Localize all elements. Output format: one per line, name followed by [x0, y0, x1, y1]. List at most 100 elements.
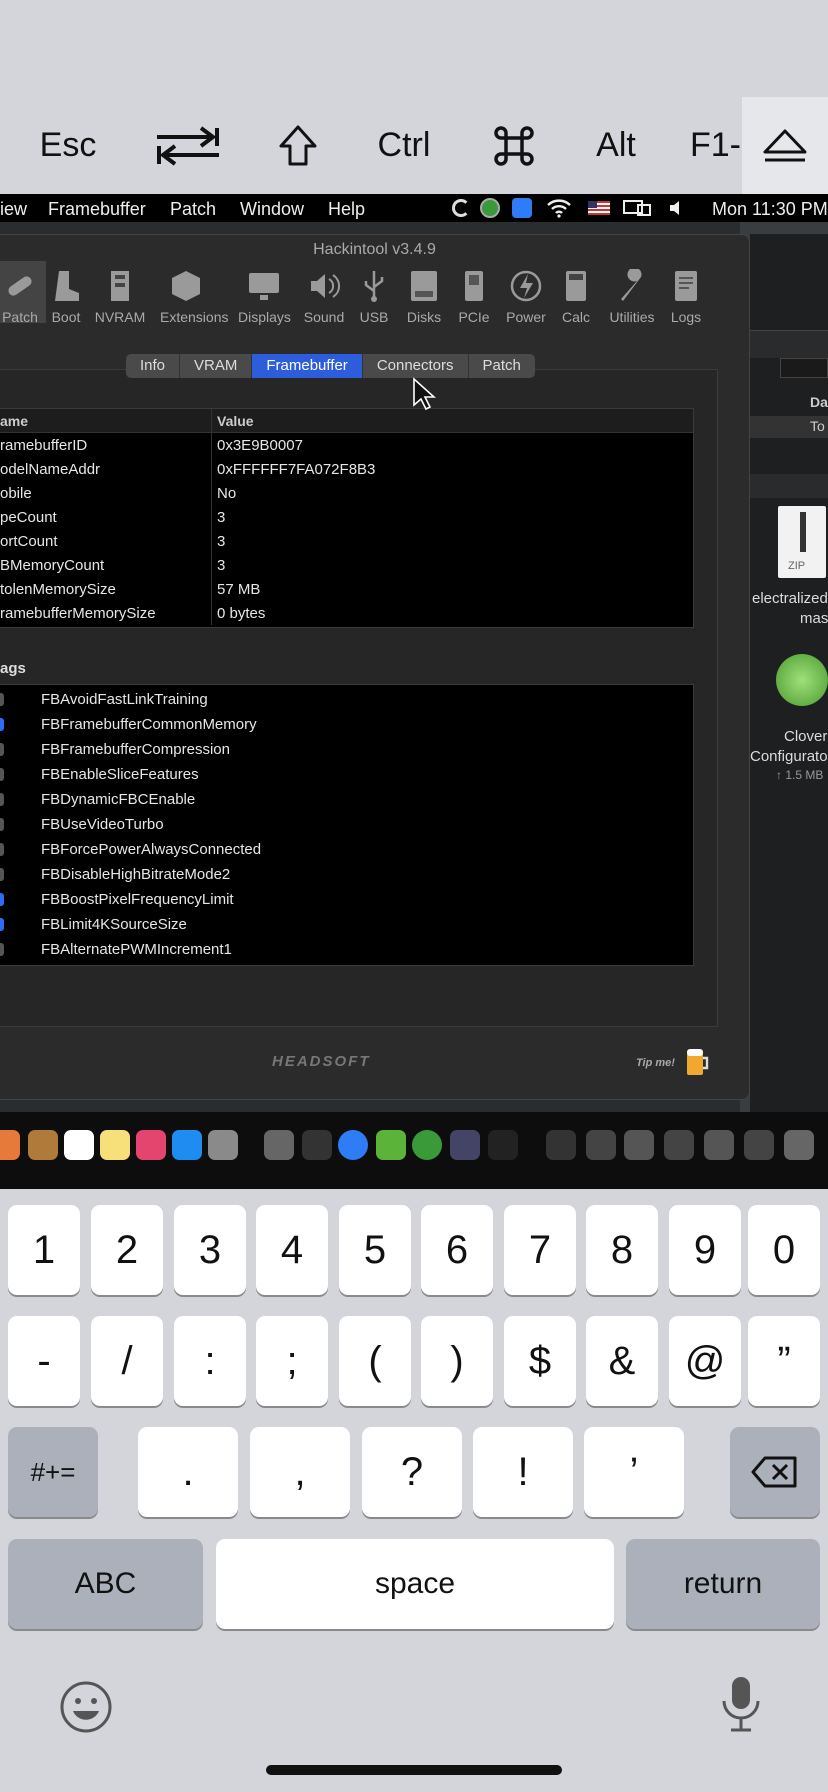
- wifi-icon[interactable]: [546, 198, 572, 218]
- list-item[interactable]: FBBoostPixelFrequencyLimit: [0, 887, 693, 912]
- alt-key[interactable]: Alt: [568, 97, 664, 194]
- file-name[interactable]: electralized: [752, 590, 828, 607]
- menu-window[interactable]: Window: [240, 199, 304, 220]
- properties-table[interactable]: ame Value ramebufferID 0x3E9B0007 odelName…: [0, 408, 694, 628]
- teamviewer-dock-icon[interactable]: [338, 1130, 368, 1160]
- flag-checkbox[interactable]: [0, 868, 4, 881]
- flag-checkbox[interactable]: [0, 893, 4, 906]
- utility-icon[interactable]: [264, 1130, 294, 1160]
- key-3[interactable]: 3: [174, 1205, 246, 1295]
- flag-checkbox[interactable]: [0, 743, 4, 756]
- home-indicator[interactable]: [266, 1765, 562, 1775]
- key-dollar[interactable]: $: [504, 1316, 576, 1406]
- list-item[interactable]: FBLimit4KSourceSize: [0, 912, 693, 937]
- ccleaner-icon[interactable]: [450, 1130, 480, 1160]
- ctrl-key[interactable]: Ctrl: [356, 97, 452, 194]
- microphone-icon[interactable]: [718, 1675, 764, 1735]
- toolbar-displays[interactable]: Displays: [238, 269, 291, 325]
- zip-file-icon[interactable]: ZIP: [778, 506, 826, 578]
- key-quote[interactable]: ”: [748, 1316, 820, 1406]
- flag-checkbox[interactable]: [0, 943, 4, 956]
- app-icon[interactable]: [546, 1130, 576, 1160]
- window-thumbnail-icon[interactable]: [624, 1130, 654, 1160]
- list-item[interactable]: FBEnableSliceFeatures: [0, 762, 693, 787]
- key-ampersand[interactable]: &: [586, 1316, 658, 1406]
- clover-status-icon[interactable]: [480, 198, 500, 218]
- key-return[interactable]: return: [626, 1539, 820, 1629]
- table-row[interactable]: BMemoryCount 3: [0, 553, 693, 577]
- key-exclamation[interactable]: !: [473, 1427, 573, 1517]
- notes-book-icon[interactable]: [28, 1130, 58, 1160]
- key-apostrophe[interactable]: ’: [584, 1427, 684, 1517]
- key-colon[interactable]: :: [174, 1316, 246, 1406]
- tab-vram[interactable]: VRAM: [180, 354, 253, 378]
- key-symbols[interactable]: #+=: [8, 1427, 98, 1517]
- key-space[interactable]: space: [216, 1539, 614, 1629]
- esc-key[interactable]: Esc: [20, 97, 116, 194]
- table-row[interactable]: odelNameAddr 0xFFFFFF7FA072F8B3: [0, 457, 693, 481]
- hackintool-window[interactable]: Hackintool v3.4.9 Patch Boot NVRAM Exten…: [0, 234, 750, 1100]
- tab-key[interactable]: [140, 97, 236, 194]
- toolbar-pcie[interactable]: PCIe: [448, 269, 500, 325]
- calendar-icon[interactable]: [64, 1130, 94, 1160]
- table-row[interactable]: ramebufferID 0x3E9B0007: [0, 433, 693, 457]
- toolbar-usb[interactable]: USB: [348, 269, 400, 325]
- flag-checkbox[interactable]: [0, 843, 4, 856]
- menu-framebuffer[interactable]: Framebuffer: [48, 199, 146, 220]
- key-9[interactable]: 9: [669, 1205, 741, 1295]
- flag-checkbox[interactable]: [0, 918, 4, 931]
- clover-config-dock-icon[interactable]: [412, 1130, 442, 1160]
- table-row[interactable]: ramebufferMemorySize 0 bytes: [0, 601, 693, 625]
- app-name[interactable]: Clover: [784, 728, 827, 745]
- toolbar-extensions[interactable]: Extensions: [160, 269, 228, 325]
- flag-checkbox[interactable]: [0, 818, 4, 831]
- column-header-value[interactable]: Value: [217, 413, 254, 429]
- delete-key[interactable]: [730, 1427, 820, 1517]
- list-item[interactable]: FBAlternatePWMIncrement1: [0, 937, 693, 962]
- key-6[interactable]: 6: [421, 1205, 493, 1295]
- table-row[interactable]: peCount 3: [0, 505, 693, 529]
- list-item[interactable]: FBFramebufferCommonMemory: [0, 712, 693, 737]
- emoji-icon[interactable]: [58, 1679, 114, 1735]
- music-icon[interactable]: [136, 1130, 166, 1160]
- toolbar-boot[interactable]: Boot: [40, 269, 92, 325]
- key-period[interactable]: .: [138, 1427, 238, 1517]
- tip-me-link[interactable]: Tip me!: [636, 1057, 675, 1069]
- key-comma[interactable]: ,: [250, 1427, 350, 1517]
- sync-icon[interactable]: [452, 199, 470, 217]
- photos-icon[interactable]: [0, 1130, 20, 1160]
- window-thumbnail-icon[interactable]: [744, 1130, 774, 1160]
- list-item[interactable]: FBAvoidFastLinkTraining: [0, 687, 693, 712]
- key-4[interactable]: 4: [256, 1205, 328, 1295]
- key-semicolon[interactable]: ;: [256, 1316, 328, 1406]
- tab-framebuffer[interactable]: Framebuffer: [252, 354, 363, 378]
- key-at[interactable]: @: [669, 1316, 741, 1406]
- list-item[interactable]: FBFramebufferCompression: [0, 737, 693, 762]
- key-8[interactable]: 8: [586, 1205, 658, 1295]
- system-preferences-icon[interactable]: [208, 1130, 238, 1160]
- table-row[interactable]: ortCount 3: [0, 529, 693, 553]
- menu-view[interactable]: iew: [0, 199, 27, 220]
- key-open-paren[interactable]: (: [339, 1316, 411, 1406]
- table-row[interactable]: obile No: [0, 481, 693, 505]
- toolbar-nvram[interactable]: NVRAM: [94, 269, 146, 325]
- key-hyphen[interactable]: -: [8, 1316, 80, 1406]
- flags-list[interactable]: FBAvoidFastLinkTraining FBFramebufferCom…: [0, 684, 694, 966]
- window-thumbnail-icon[interactable]: [664, 1130, 694, 1160]
- flag-checkbox[interactable]: [0, 793, 4, 806]
- terminal-icon[interactable]: [302, 1130, 332, 1160]
- key-2[interactable]: 2: [91, 1205, 163, 1295]
- flag-checkbox[interactable]: [0, 768, 4, 781]
- us-flag-icon[interactable]: [588, 201, 610, 215]
- eject-key[interactable]: [742, 97, 828, 194]
- list-item[interactable]: FBUseVideoTurbo: [0, 812, 693, 837]
- key-0[interactable]: 0: [748, 1205, 820, 1295]
- screen-mirror-icon[interactable]: [622, 199, 652, 219]
- toolbar-sound[interactable]: Sound: [298, 269, 350, 325]
- volume-icon[interactable]: [668, 200, 684, 216]
- tab-connectors[interactable]: Connectors: [363, 354, 469, 378]
- column-header[interactable]: Da: [810, 394, 828, 410]
- toolbar-logs[interactable]: Logs: [660, 269, 712, 325]
- cmd-key[interactable]: [466, 97, 562, 194]
- stickies-icon[interactable]: [100, 1130, 130, 1160]
